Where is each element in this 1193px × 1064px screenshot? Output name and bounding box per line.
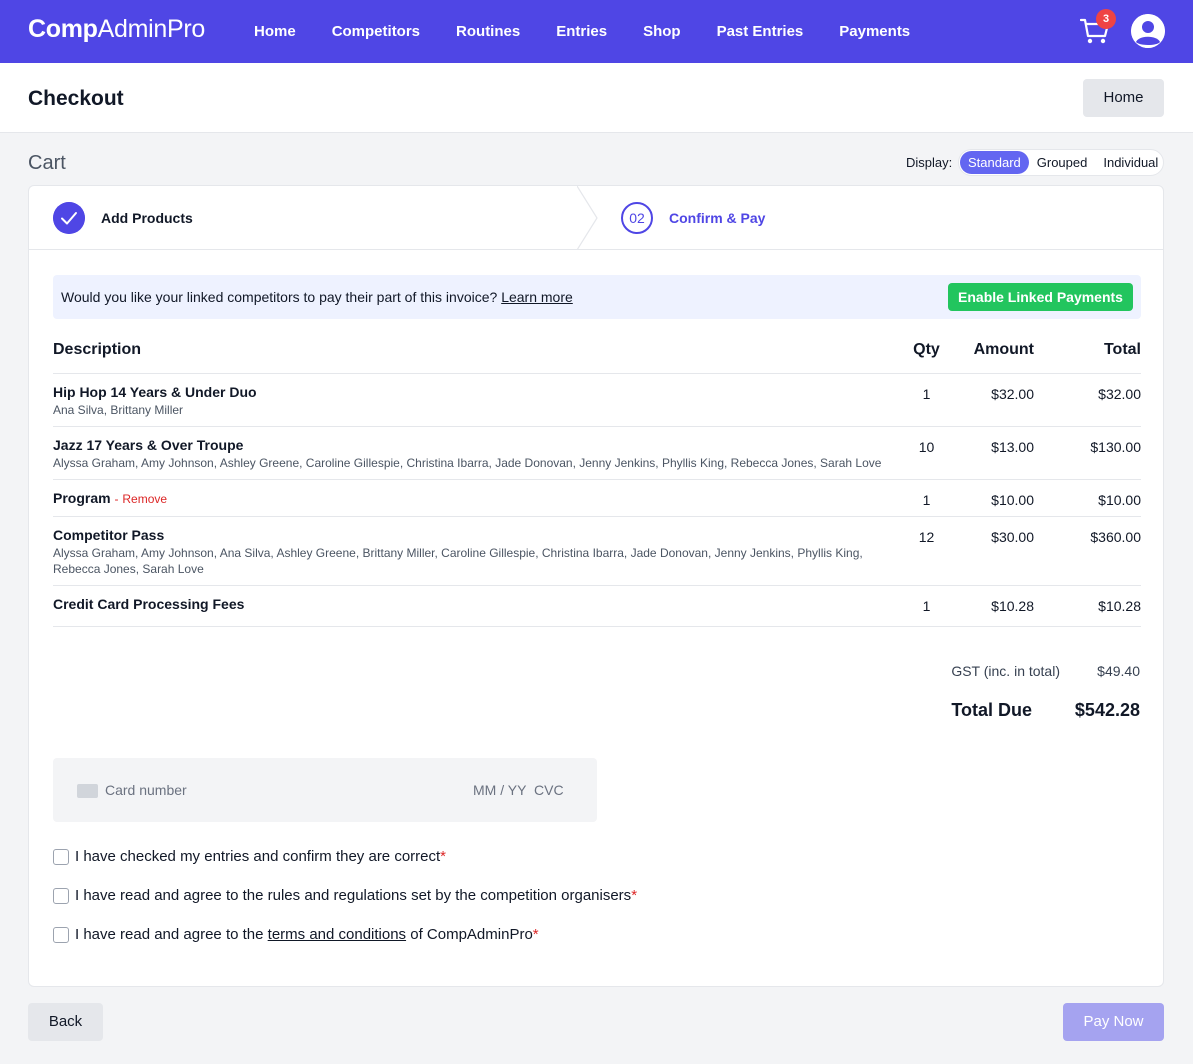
nav-competitors[interactable]: Competitors (314, 23, 438, 40)
item-total: $360.00 (1034, 516, 1141, 586)
credit-card-icon (77, 784, 98, 798)
nav-shop[interactable]: Shop (625, 23, 699, 40)
item-total: $10.28 (1034, 585, 1141, 627)
item-competitors: Alyssa Graham, Amy Johnson, Ashley Green… (53, 456, 882, 470)
item-qty: 10 (883, 426, 970, 480)
item-amount: $13.00 (970, 426, 1034, 480)
brand-logo[interactable]: CompAdminPro (28, 15, 205, 44)
display-toggle: Standard Grouped Individual (958, 149, 1164, 176)
item-qty: 1 (883, 373, 970, 427)
gst-label: GST (inc. in total) (951, 663, 1060, 679)
step-confirm-pay: Confirm & Pay (669, 210, 766, 226)
nav-links: Home Competitors Routines Entries Shop P… (236, 0, 928, 63)
header-total: Total (1034, 333, 1141, 374)
item-qty: 1 (883, 479, 970, 517)
item-qty: 12 (883, 516, 970, 586)
rules-agreement-row: I have read and agree to the rules and r… (53, 887, 637, 904)
table-row: Hip Hop 14 Years & Under Duo Ana Silva, B… (53, 373, 1141, 427)
confirm-entries-row: I have checked my entries and confirm th… (53, 848, 446, 865)
item-competitors: Ana Silva, Brittany Miller (53, 403, 184, 417)
learn-more-link[interactable]: Learn more (501, 289, 573, 305)
item-title: Program (53, 490, 111, 506)
terms-label-before[interactable]: I have read and agree to the (75, 926, 263, 943)
item-amount: $30.00 (970, 516, 1034, 586)
nav-entries[interactable]: Entries (538, 23, 625, 40)
table-row: Credit Card Processing Fees 1 $10.28 $10… (53, 585, 1141, 627)
gst-value: $49.40 (1097, 663, 1140, 679)
item-title: Credit Card Processing Fees (53, 596, 245, 612)
user-avatar-icon[interactable] (1131, 14, 1165, 48)
back-button[interactable]: Back (28, 1003, 103, 1041)
card-input[interactable]: Card number MM / YY CVC (53, 758, 597, 822)
nav-home[interactable]: Home (236, 23, 314, 40)
display-label: Display: (906, 155, 953, 170)
card-number-field[interactable]: Card number (105, 782, 187, 798)
table-row: Program - Remove 1 $10.00 $10.00 (53, 479, 1141, 517)
remove-program-link[interactable]: Remove (122, 492, 167, 506)
display-grouped[interactable]: Grouped (1029, 151, 1096, 174)
rules-agreement-checkbox[interactable] (53, 887, 69, 904)
cart-title: Cart (28, 152, 66, 174)
item-title: Hip Hop 14 Years & Under Duo (53, 384, 257, 400)
linked-payments-text: Would you like your linked competitors t… (61, 289, 573, 305)
card-cvc-field[interactable]: CVC (534, 782, 564, 798)
item-title: Jazz 17 Years & Over Troupe (53, 437, 244, 453)
item-amount: $10.00 (970, 479, 1034, 517)
terms-agreement-checkbox[interactable] (53, 926, 69, 943)
step-chevron-icon (577, 186, 598, 250)
page-header: Checkout Home (0, 63, 1193, 133)
nav-routines[interactable]: Routines (438, 23, 538, 40)
header-amount: Amount (970, 333, 1034, 374)
header-qty: Qty (883, 333, 970, 374)
page-title: Checkout (28, 87, 124, 110)
confirm-entries-checkbox[interactable] (53, 848, 69, 865)
total-due-label: Total Due (951, 700, 1032, 720)
table-row: Jazz 17 Years & Over Troupe Alyssa Graham… (53, 426, 1141, 480)
rules-agreement-label[interactable]: I have read and agree to the rules and r… (75, 887, 631, 904)
required-mark: * (532, 926, 539, 943)
item-amount: $10.28 (970, 585, 1034, 627)
item-amount: $32.00 (970, 373, 1034, 427)
item-total: $130.00 (1034, 426, 1141, 480)
top-navbar: CompAdminPro Home Competitors Routines E… (0, 0, 1193, 63)
home-button[interactable]: Home (1083, 79, 1164, 117)
item-total: $32.00 (1034, 373, 1141, 427)
cart-count-badge: 3 (1096, 9, 1116, 29)
item-title: Competitor Pass (53, 527, 165, 543)
nav-past-entries[interactable]: Past Entries (699, 23, 822, 40)
item-dash: - (114, 492, 119, 506)
display-standard[interactable]: Standard (960, 151, 1029, 174)
step-add-products[interactable]: Add Products (101, 210, 193, 226)
pay-now-button[interactable]: Pay Now (1063, 1003, 1164, 1041)
card-expiry-field[interactable]: MM / YY (473, 782, 526, 798)
table-row: Competitor Pass Alyssa Graham, Amy Johnso… (53, 516, 1141, 586)
item-competitors: Alyssa Graham, Amy Johnson, Ana Silva, A… (53, 546, 863, 576)
terms-conditions-link[interactable]: terms and conditions (268, 926, 406, 943)
header-description: Description (53, 333, 883, 374)
required-mark: * (440, 848, 447, 865)
confirm-entries-label[interactable]: I have checked my entries and confirm th… (75, 848, 440, 865)
item-qty: 1 (883, 585, 970, 627)
cart-items-table: Description Qty Amount Total Hip Hop 14 … (53, 333, 1141, 627)
step2-number: 02 (621, 202, 653, 234)
total-due-value: $542.28 (1074, 700, 1140, 720)
checkout-card: Add Products 02 Confirm & Pay Would you … (28, 185, 1164, 987)
check-icon (53, 202, 85, 234)
item-total: $10.00 (1034, 479, 1141, 517)
display-individual[interactable]: Individual (1095, 151, 1166, 174)
table-header-row: Description Qty Amount Total (53, 333, 1141, 374)
terms-label-after[interactable]: of CompAdminPro (410, 926, 533, 943)
progress-steps: Add Products 02 Confirm & Pay (29, 186, 1163, 250)
terms-agreement-row: I have read and agree to the terms and c… (53, 926, 539, 943)
linked-payments-banner: Would you like your linked competitors t… (53, 275, 1141, 319)
required-mark: * (631, 887, 638, 904)
nav-payments[interactable]: Payments (821, 23, 928, 40)
enable-linked-payments-button[interactable]: Enable Linked Payments (948, 283, 1133, 311)
